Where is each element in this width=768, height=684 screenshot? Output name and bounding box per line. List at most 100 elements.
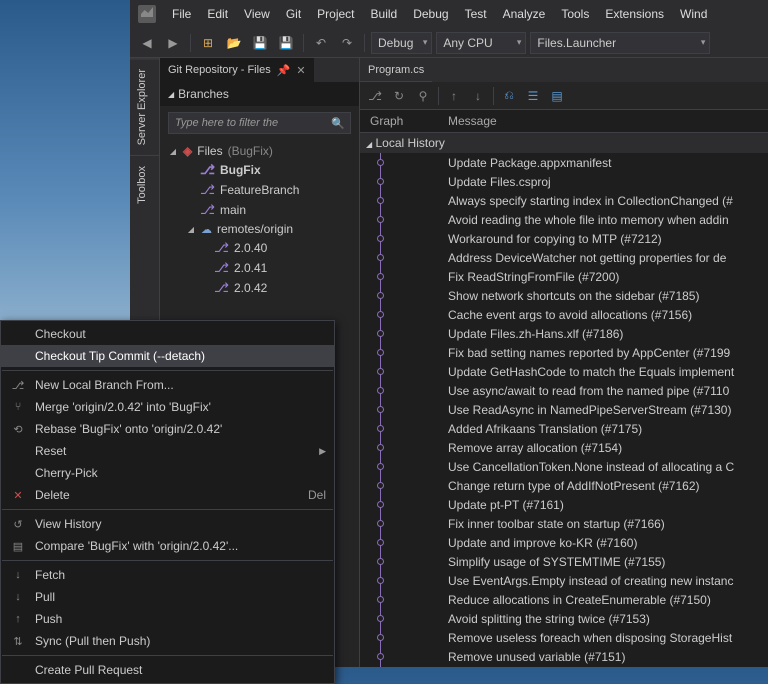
platform-select[interactable]: Any CPU <box>436 32 526 54</box>
toolbox-tab[interactable]: Toolbox <box>130 155 159 214</box>
remote-branch[interactable]: ⎇ 2.0.42 <box>160 278 359 298</box>
filter-icon[interactable]: ⚲ <box>412 85 434 107</box>
commit-row[interactable]: Update Files.zh-Hans.xlf (#7186) <box>360 324 768 343</box>
menu-git[interactable]: Git <box>278 3 309 25</box>
branch-filter-input[interactable]: Type here to filter the 🔍 <box>168 112 351 134</box>
refresh-icon[interactable]: ↻ <box>388 85 410 107</box>
menu-view[interactable]: View <box>236 3 278 25</box>
commit-row[interactable]: Remove array allocation (#7154) <box>360 438 768 457</box>
commit-graph-cell <box>360 514 448 533</box>
redo-icon[interactable]: ↷ <box>336 32 358 54</box>
commit-message: Change return type of AddIfNotPresent (#… <box>448 479 768 493</box>
startup-select[interactable]: Files.Launcher <box>530 32 710 54</box>
menu-debug[interactable]: Debug <box>405 3 456 25</box>
commit-dot-icon <box>377 406 384 413</box>
menu-item[interactable]: ⟲Rebase 'BugFix' onto 'origin/2.0.42' <box>1 418 334 440</box>
close-icon[interactable]: ✕ <box>296 64 305 77</box>
commit-row[interactable]: Cache event args to avoid allocations (#… <box>360 305 768 324</box>
commit-row[interactable]: Always specify starting index in Collect… <box>360 191 768 210</box>
commit-row[interactable]: Use async/await to read from the named p… <box>360 381 768 400</box>
commit-row[interactable]: Update GetHashCode to match the Equals i… <box>360 362 768 381</box>
menu-item[interactable]: ⇅Sync (Pull then Push) <box>1 630 334 652</box>
menu-item[interactable]: ⎇New Local Branch From... <box>1 374 334 396</box>
menu-test[interactable]: Test <box>457 3 495 25</box>
commit-row[interactable]: Update Package.appxmanifest <box>360 153 768 172</box>
remote-branch[interactable]: ⎇ 2.0.41 <box>160 258 359 278</box>
menu-build[interactable]: Build <box>363 3 406 25</box>
local-history-section[interactable]: ◢ Local History <box>360 133 768 153</box>
commit-row[interactable]: Avoid splitting the string twice (#7153) <box>360 609 768 628</box>
compare-icon[interactable]: ▤ <box>546 85 568 107</box>
commit-row[interactable]: Use CancellationToken.None instead of al… <box>360 457 768 476</box>
menu-analyze[interactable]: Analyze <box>495 3 554 25</box>
branch-main[interactable]: ⎇ main <box>160 200 359 220</box>
commit-row[interactable]: Avoid reading the whole file into memory… <box>360 210 768 229</box>
commit-row[interactable]: Reduce allocations in CreateEnumerable (… <box>360 590 768 609</box>
menu-edit[interactable]: Edit <box>199 3 236 25</box>
commit-row[interactable]: Remove unused variable (#7151) <box>360 647 768 666</box>
commit-row[interactable]: Address DeviceWatcher not getting proper… <box>360 248 768 267</box>
commit-row[interactable]: Update and improve ko-KR (#7160) <box>360 533 768 552</box>
git-repo-tab[interactable]: Git Repository - Files 📌 ✕ <box>160 58 314 82</box>
graph-view-icon[interactable]: ⎌ <box>498 85 520 107</box>
menu-item[interactable]: Cherry-Pick <box>1 462 334 484</box>
commit-message: Remove unused variable (#7151) <box>448 650 768 664</box>
list-view-icon[interactable]: ☰ <box>522 85 544 107</box>
commit-row[interactable]: Fix bad setting names reported by AppCen… <box>360 343 768 362</box>
menu-item[interactable]: ⑂Merge 'origin/2.0.42' into 'BugFix' <box>1 396 334 418</box>
menu-item[interactable]: Checkout <box>1 323 334 345</box>
menu-file[interactable]: File <box>164 3 199 25</box>
menu-item[interactable]: Checkout Tip Commit (--detach) <box>1 345 334 367</box>
remote-branch[interactable]: ⎇ 2.0.40 <box>160 238 359 258</box>
menu-item[interactable]: ▤Compare 'BugFix' with 'origin/2.0.42'..… <box>1 535 334 557</box>
undo-icon[interactable]: ↶ <box>310 32 332 54</box>
nav-fwd-icon[interactable]: ▶ <box>162 32 184 54</box>
commit-graph-cell <box>360 267 448 286</box>
new-item-icon[interactable]: ⊞ <box>197 32 219 54</box>
menu-tools[interactable]: Tools <box>553 3 597 25</box>
nav-back-icon[interactable]: ◀ <box>136 32 158 54</box>
menu-project[interactable]: Project <box>309 3 362 25</box>
push-icon[interactable]: ↑ <box>443 85 465 107</box>
menu-window[interactable]: Wind <box>672 3 715 25</box>
commit-row[interactable]: Change return type of AddIfNotPresent (#… <box>360 476 768 495</box>
commit-row[interactable]: Simplify usage of SYSTEMTIME (#7155) <box>360 552 768 571</box>
menu-item-label: View History <box>35 517 326 531</box>
save-all-icon[interactable]: 💾 <box>275 32 297 54</box>
commit-row[interactable]: Fix ReadStringFromFile (#7200) <box>360 267 768 286</box>
commit-row[interactable]: Fix inner toolbar state on startup (#716… <box>360 514 768 533</box>
menu-item[interactable]: ↓Pull <box>1 586 334 608</box>
commit-row[interactable]: Update Files.csproj <box>360 172 768 191</box>
menu-item[interactable]: ↑Push <box>1 608 334 630</box>
repo-name: Files <box>197 144 222 158</box>
commit-message: Fix inner toolbar state on startup (#716… <box>448 517 768 531</box>
branches-header[interactable]: ◢ Branches <box>160 82 359 106</box>
commit-dot-icon <box>377 292 384 299</box>
pin-icon[interactable]: 📌 <box>277 64 291 77</box>
branch-featurebranch[interactable]: ⎇ FeatureBranch <box>160 180 359 200</box>
remotes-label: remotes/origin <box>217 222 293 236</box>
menu-item[interactable]: ↓Fetch <box>1 564 334 586</box>
open-icon[interactable]: 📂 <box>223 32 245 54</box>
commit-row[interactable]: Use ReadAsync in NamedPipeServerStream (… <box>360 400 768 419</box>
commit-row[interactable]: Show network shortcuts on the sidebar (#… <box>360 286 768 305</box>
commit-row[interactable]: Workaround for copying to MTP (#7212) <box>360 229 768 248</box>
commit-row[interactable]: Added Afrikaans Translation (#7175) <box>360 419 768 438</box>
save-icon[interactable]: 💾 <box>249 32 271 54</box>
server-explorer-tab[interactable]: Server Explorer <box>130 58 159 155</box>
menu-item[interactable]: Create Pull Request <box>1 659 334 681</box>
menu-item[interactable]: ↺View History <box>1 513 334 535</box>
commit-row[interactable]: Use EventArgs.Empty instead of creating … <box>360 571 768 590</box>
branch-bugfix[interactable]: ⎇ BugFix <box>160 160 359 180</box>
menu-item[interactable]: Reset▶ <box>1 440 334 462</box>
commit-row[interactable]: Remove useless foreach when disposing St… <box>360 628 768 647</box>
remotes-node[interactable]: ◢ ☁ remotes/origin <box>160 220 359 238</box>
menu-item[interactable]: ✕DeleteDel <box>1 484 334 506</box>
config-select[interactable]: Debug <box>371 32 432 54</box>
repo-node[interactable]: ◢ ◈ Files (BugFix) <box>160 142 359 160</box>
program-cs-tab[interactable]: Program.cs <box>360 58 432 82</box>
menu-extensions[interactable]: Extensions <box>597 3 672 25</box>
branch-graph-icon[interactable]: ⎇ <box>364 85 386 107</box>
commit-row[interactable]: Update pt-PT (#7161) <box>360 495 768 514</box>
pull-icon[interactable]: ↓ <box>467 85 489 107</box>
